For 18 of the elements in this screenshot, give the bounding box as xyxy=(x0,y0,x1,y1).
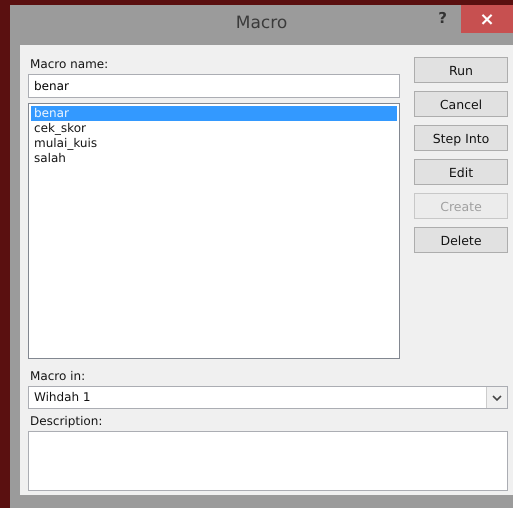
help-button[interactable]: ? xyxy=(434,7,451,29)
dialog-button[interactable]: Edit xyxy=(414,159,508,185)
dialog-button[interactable]: Run xyxy=(414,57,508,83)
macro-list-item[interactable]: cek_skor xyxy=(31,121,397,136)
description-label: Description: xyxy=(29,413,104,430)
close-button[interactable]: × xyxy=(461,5,513,33)
macro-name-field[interactable]: benar xyxy=(28,74,400,98)
macro-in-label: Macro in: xyxy=(29,368,86,385)
description-field[interactable] xyxy=(28,431,508,491)
macro-list-item[interactable]: mulai_kuis xyxy=(31,136,397,151)
window-title: Macro xyxy=(236,13,288,33)
dialog-button[interactable]: Step Into xyxy=(414,125,508,151)
dialog-button[interactable]: Cancel xyxy=(414,91,508,117)
macro-in-dropdown[interactable]: Wihdah 1 xyxy=(28,386,508,409)
dialog-button[interactable]: Delete xyxy=(414,227,508,253)
macro-name-label: Macro name: xyxy=(29,56,110,73)
macro-list-item[interactable]: salah xyxy=(31,151,397,166)
chevron-down-icon xyxy=(492,394,502,400)
